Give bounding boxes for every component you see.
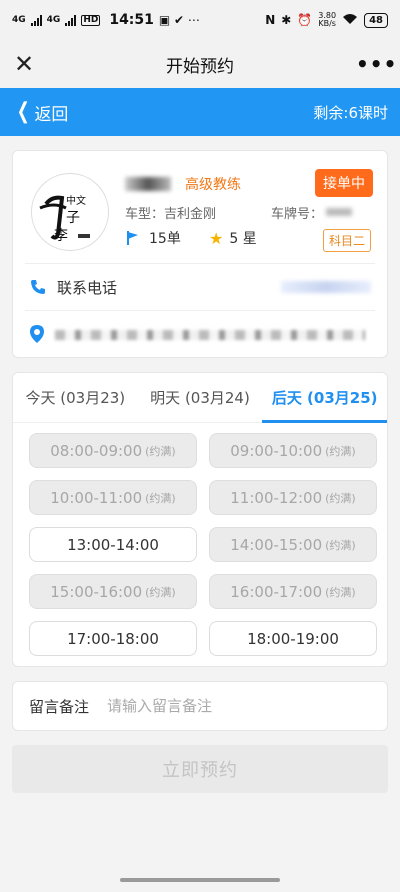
slot-time: 09:00-10:00	[230, 441, 323, 460]
status-bar: 4G 4G HD 14:51 ▣ ✔ ⋯ N ✱ ⏰ 3.80 KB/s 48	[0, 0, 400, 40]
time-slot[interactable]: 08:00-09:00 (约满)	[29, 433, 197, 468]
slot-time: 14:00-15:00	[230, 535, 323, 554]
slot-time: 11:00-12:00	[230, 488, 323, 507]
time-slot-grid: 08:00-09:00 (约满) 09:00-10:00 (约满) 10:00-11…	[13, 423, 387, 656]
home-indicator[interactable]	[120, 878, 280, 882]
slot-time: 08:00-09:00	[50, 441, 143, 460]
sim1-label: 4G	[12, 14, 26, 25]
slot-full-tag: (约满)	[325, 538, 356, 552]
tab-today[interactable]: 今天 (03月23)	[13, 373, 138, 422]
slot-full-tag: (约满)	[145, 585, 176, 599]
coach-info: 中文 子 李 高级教练 接单中 车型：吉利金刚 车牌号： 15单 ★ 5 星 科…	[13, 151, 387, 263]
star-icon: ★	[209, 228, 224, 248]
phone-number-redacted	[281, 281, 371, 293]
slot-time: 10:00-11:00	[50, 488, 143, 507]
time-slot[interactable]: 09:00-10:00 (约满)	[209, 433, 377, 468]
remaining-hours: 剩余:6课时	[313, 103, 388, 122]
slot-time: 18:00-19:00	[247, 629, 339, 648]
coach-level: 高级教练	[185, 177, 241, 193]
remark-label: 留言备注	[29, 697, 90, 716]
nfc-icon: N	[265, 13, 276, 27]
signal-icon	[30, 14, 42, 26]
close-icon[interactable]: ✕	[14, 50, 44, 78]
schedule-card: 今天 (03月23) 明天 (03月24) 后天 (03月25) 08:00-0…	[12, 372, 388, 667]
back-label: 返回	[34, 104, 69, 125]
car-type: 车型：吉利金刚	[125, 207, 217, 222]
time-slot[interactable]: 11:00-12:00 (约满)	[209, 480, 377, 515]
battery-indicator: 48	[364, 12, 388, 28]
title-bar: ✕ 开始预约 •••	[0, 40, 400, 88]
alarm-icon: ⏰	[297, 13, 313, 27]
slot-full-tag: (约满)	[325, 585, 356, 599]
slot-full-tag: (约满)	[325, 491, 356, 505]
hd-label: HD	[81, 14, 101, 26]
signal-icon-2	[65, 14, 77, 26]
back-button[interactable]: ❮ 返回	[14, 99, 69, 125]
order-count-value: 15单	[149, 231, 181, 247]
time-slot[interactable]: 13:00-14:00	[29, 527, 197, 562]
subject-badge: 科目二	[322, 229, 371, 252]
notification-icons: ▣ ✔ ⋯	[158, 13, 200, 27]
svg-text:李: 李	[54, 228, 68, 244]
header-bar: ❮ 返回 剩余:6课时	[0, 88, 400, 136]
time-slot[interactable]: 16:00-17:00 (约满)	[209, 574, 377, 609]
sim2-label: 4G	[46, 14, 61, 25]
date-tabs: 今天 (03月23) 明天 (03月24) 后天 (03月25)	[13, 373, 387, 423]
time-slot[interactable]: 10:00-11:00 (约满)	[29, 480, 197, 515]
slot-full-tag: (约满)	[145, 444, 176, 458]
time-slot[interactable]: 18:00-19:00	[209, 621, 377, 656]
time-slot[interactable]: 15:00-16:00 (约满)	[29, 574, 197, 609]
wifi-icon	[342, 13, 358, 28]
flag-icon	[127, 231, 138, 245]
plate-label: 车牌号：	[271, 207, 324, 222]
svg-text:子: 子	[66, 210, 80, 226]
tab-tomorrow[interactable]: 明天 (03月24)	[138, 373, 263, 422]
location-pin-icon	[30, 325, 44, 343]
order-count: 15单	[125, 228, 181, 248]
bluetooth-icon: ✱	[281, 13, 292, 27]
phone-icon	[31, 280, 45, 294]
star-rating-value: 5 星	[229, 231, 257, 247]
slot-full-tag: (约满)	[325, 444, 356, 458]
remark-row: 留言备注	[12, 681, 388, 731]
status-badge: 接单中	[315, 169, 373, 197]
more-options-icon[interactable]: •••	[356, 52, 396, 76]
coach-avatar[interactable]: 中文 子 李	[31, 173, 109, 251]
address-row[interactable]	[13, 311, 387, 357]
network-speed: 3.80 KB/s	[318, 12, 336, 28]
svg-text:中文: 中文	[66, 194, 86, 207]
plate-redacted	[326, 208, 352, 216]
phone-label: 联系电话	[57, 278, 118, 297]
contact-phone-row[interactable]: 联系电话	[13, 264, 387, 310]
time-slot[interactable]: 14:00-15:00 (约满)	[209, 527, 377, 562]
slot-full-tag: (约满)	[145, 491, 176, 505]
coach-card: 中文 子 李 高级教练 接单中 车型：吉利金刚 车牌号： 15单 ★ 5 星 科…	[12, 150, 388, 358]
time-slot[interactable]: 17:00-18:00	[29, 621, 197, 656]
tab-day-after[interactable]: 后天 (03月25)	[262, 373, 387, 423]
slot-time: 13:00-14:00	[67, 535, 159, 554]
clock: 14:51	[109, 12, 154, 28]
address-redacted	[55, 330, 365, 340]
book-now-button[interactable]: 立即预约	[12, 745, 388, 793]
slot-time: 16:00-17:00	[230, 582, 323, 601]
remark-input[interactable]	[107, 697, 371, 715]
coach-name-redacted	[125, 177, 171, 191]
star-rating: ★ 5 星	[209, 228, 257, 248]
chevron-left-icon: ❮	[16, 99, 30, 124]
speed-unit: KB/s	[318, 19, 336, 28]
slot-time: 17:00-18:00	[67, 629, 159, 648]
page-title: 开始预约	[166, 56, 234, 77]
slot-time: 15:00-16:00	[50, 582, 143, 601]
